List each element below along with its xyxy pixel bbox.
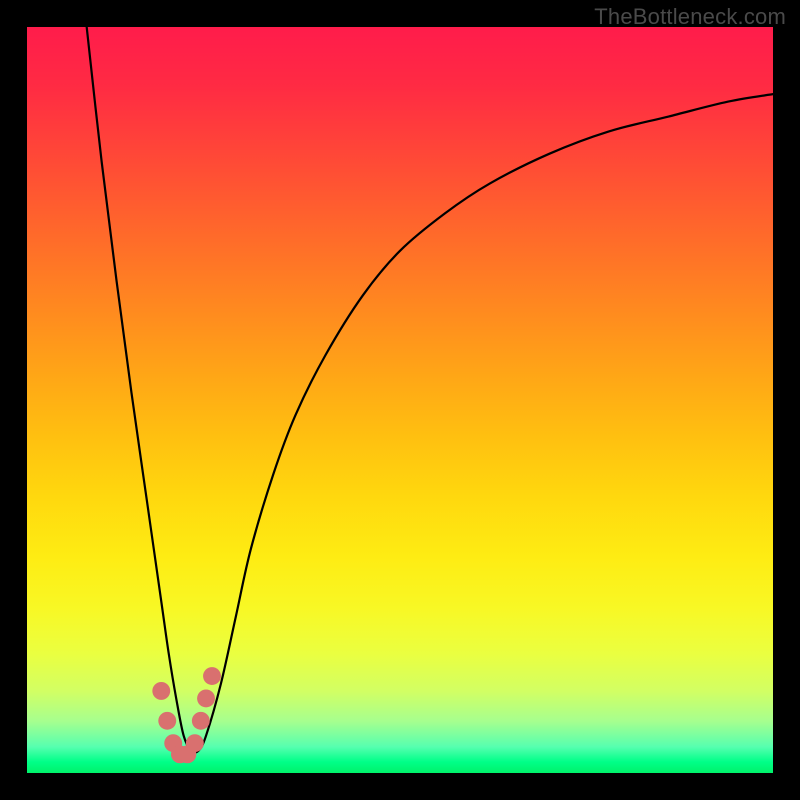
trough-marker xyxy=(158,712,176,730)
trough-marker xyxy=(192,712,210,730)
chart-frame: TheBottleneck.com xyxy=(0,0,800,800)
bottleneck-curve-svg xyxy=(27,27,773,773)
trough-marker xyxy=(197,689,215,707)
plot-area xyxy=(27,27,773,773)
watermark-text: TheBottleneck.com xyxy=(594,4,786,30)
trough-marker xyxy=(186,734,204,752)
trough-marker xyxy=(152,682,170,700)
trough-marker xyxy=(203,667,221,685)
trough-markers xyxy=(152,667,221,763)
bottleneck-curve xyxy=(87,27,773,752)
